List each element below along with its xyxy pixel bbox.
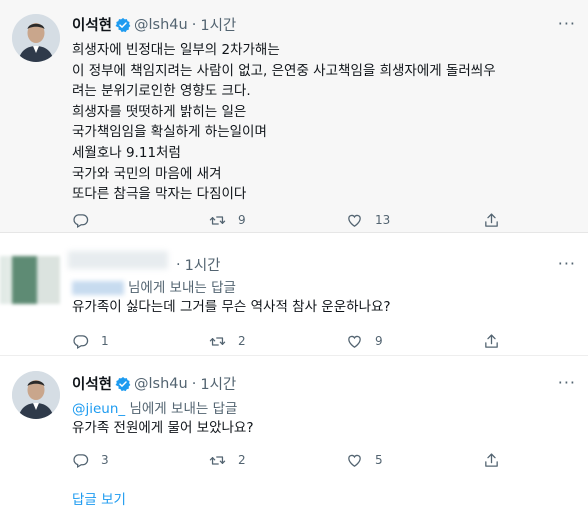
reply-to-text: 님에게 보내는 답글 bbox=[129, 401, 238, 417]
tweet-line: 세월호나 9.11처럼 bbox=[72, 144, 181, 161]
verified-icon bbox=[115, 17, 131, 33]
share-button[interactable] bbox=[483, 450, 512, 470]
avatar[interactable] bbox=[12, 371, 60, 419]
tweet-line: 희생자를 떳떳하게 밝히는 일은 bbox=[72, 103, 247, 120]
tweet-text: 유가족 전원에게 물어 보았나요? bbox=[72, 420, 254, 436]
author-handle[interactable]: @lsh4u bbox=[134, 17, 188, 33]
reply-tweet-author[interactable]: 이석현 @lsh4u · 1시간 ··· @jieun_ 님에게 보내는 답글 … bbox=[0, 357, 588, 479]
share-icon bbox=[483, 333, 500, 350]
share-icon bbox=[483, 452, 500, 469]
like-button[interactable]: 9 bbox=[346, 331, 438, 351]
tweet-line: 이 정부에 책임지려는 사람이 없고, 은연중 사고책임을 희생자에게 돌러씌우 bbox=[72, 62, 496, 79]
reply-tweet[interactable]: · 1시간 ··· 님에게 보내는 답글 유가족이 싫다는데 그거를 무슨 역사… bbox=[0, 234, 588, 356]
tweet-text: 희생자에 빈정대는 일부의 2차가해는 이 정부에 책임지려는 사람이 없고, … bbox=[72, 40, 496, 205]
reply-icon bbox=[72, 333, 89, 350]
retweet-count: 2 bbox=[238, 453, 246, 467]
reply-to-mention-blurred[interactable] bbox=[72, 281, 124, 295]
retweet-icon bbox=[209, 333, 226, 350]
retweet-icon bbox=[209, 452, 226, 469]
tweet-line: 국가와 국민의 마음에 새겨 bbox=[72, 165, 222, 182]
separator-dot: · bbox=[191, 375, 197, 392]
separator-dot: · bbox=[191, 16, 197, 33]
reply-count: 1 bbox=[101, 334, 109, 348]
tweet-text: 유가족이 싫다는데 그거를 무슨 역사적 참사 운운하나요? bbox=[72, 299, 391, 315]
reply-icon bbox=[72, 452, 89, 469]
like-icon bbox=[346, 333, 363, 350]
retweet-count: 2 bbox=[238, 334, 246, 348]
tweet-time[interactable]: 1시간 bbox=[200, 373, 236, 394]
like-count: 9 bbox=[375, 334, 383, 348]
like-button[interactable]: 13 bbox=[346, 210, 438, 230]
tweet-actions: 3 2 5 bbox=[72, 450, 512, 470]
like-icon bbox=[346, 452, 363, 469]
show-replies-link[interactable]: 답글 보기 bbox=[72, 488, 126, 508]
author-handle[interactable]: @lsh4u bbox=[134, 376, 188, 392]
verified-icon bbox=[115, 376, 131, 392]
tweet-line: 국가책임임을 확실하게 하는일이며 bbox=[72, 124, 267, 141]
retweet-button[interactable]: 2 bbox=[209, 331, 301, 351]
reply-button[interactable]: 3 bbox=[72, 450, 164, 470]
tweet-actions: 1 2 9 bbox=[72, 331, 512, 351]
tweet-line: 희생자에 빈정대는 일부의 2차가해는 bbox=[72, 42, 280, 58]
reply-to-line: @jieun_ 님에게 보내는 답글 bbox=[72, 397, 237, 417]
reply-count: 3 bbox=[101, 453, 109, 467]
more-icon[interactable]: ··· bbox=[558, 254, 576, 273]
like-count: 5 bbox=[375, 453, 383, 467]
like-count: 13 bbox=[375, 213, 391, 227]
tweet-header: · 1시간 bbox=[172, 254, 221, 275]
retweet-count: 9 bbox=[238, 213, 246, 227]
retweet-icon bbox=[209, 212, 226, 229]
like-button[interactable]: 5 bbox=[346, 450, 438, 470]
reply-to-line: 님에게 보내는 답글 bbox=[72, 276, 236, 296]
reply-to-text: 님에게 보내는 답글 bbox=[128, 280, 236, 296]
author-name[interactable]: 이석현 bbox=[72, 373, 112, 394]
like-icon bbox=[346, 212, 363, 229]
author-name-blurred[interactable] bbox=[68, 251, 168, 269]
tweet-header: 이석현 @lsh4u · 1시간 bbox=[72, 373, 236, 394]
tweet-line: 려는 분위기로인한 영향도 크다. bbox=[72, 83, 251, 100]
avatar[interactable] bbox=[12, 14, 60, 62]
reply-button[interactable]: 1 bbox=[72, 331, 164, 351]
retweet-button[interactable]: 9 bbox=[209, 210, 301, 230]
share-icon bbox=[483, 212, 500, 229]
more-icon[interactable]: ··· bbox=[558, 373, 576, 392]
separator-dot: · bbox=[176, 256, 181, 273]
tweet-header: 이석현 @lsh4u · 1시간 bbox=[72, 14, 236, 35]
tweet-line: 또다른 참극을 막자는 다짐이다 bbox=[72, 186, 247, 203]
reply-icon bbox=[72, 212, 89, 229]
share-button[interactable] bbox=[483, 210, 512, 230]
avatar[interactable] bbox=[0, 256, 60, 304]
more-icon[interactable]: ··· bbox=[558, 14, 576, 33]
share-button[interactable] bbox=[483, 331, 512, 351]
tweet-actions: 9 13 bbox=[72, 210, 512, 230]
retweet-button[interactable]: 2 bbox=[209, 450, 301, 470]
reply-button[interactable] bbox=[72, 210, 164, 230]
author-name[interactable]: 이석현 bbox=[72, 14, 112, 35]
tweet-main[interactable]: 이석현 @lsh4u · 1시간 ··· 희생자에 빈정대는 일부의 2차가해는… bbox=[0, 0, 588, 233]
tweet-time[interactable]: 1시간 bbox=[200, 14, 236, 35]
reply-to-mention[interactable]: @jieun_ bbox=[72, 401, 125, 417]
tweet-time[interactable]: 1시간 bbox=[185, 254, 221, 275]
